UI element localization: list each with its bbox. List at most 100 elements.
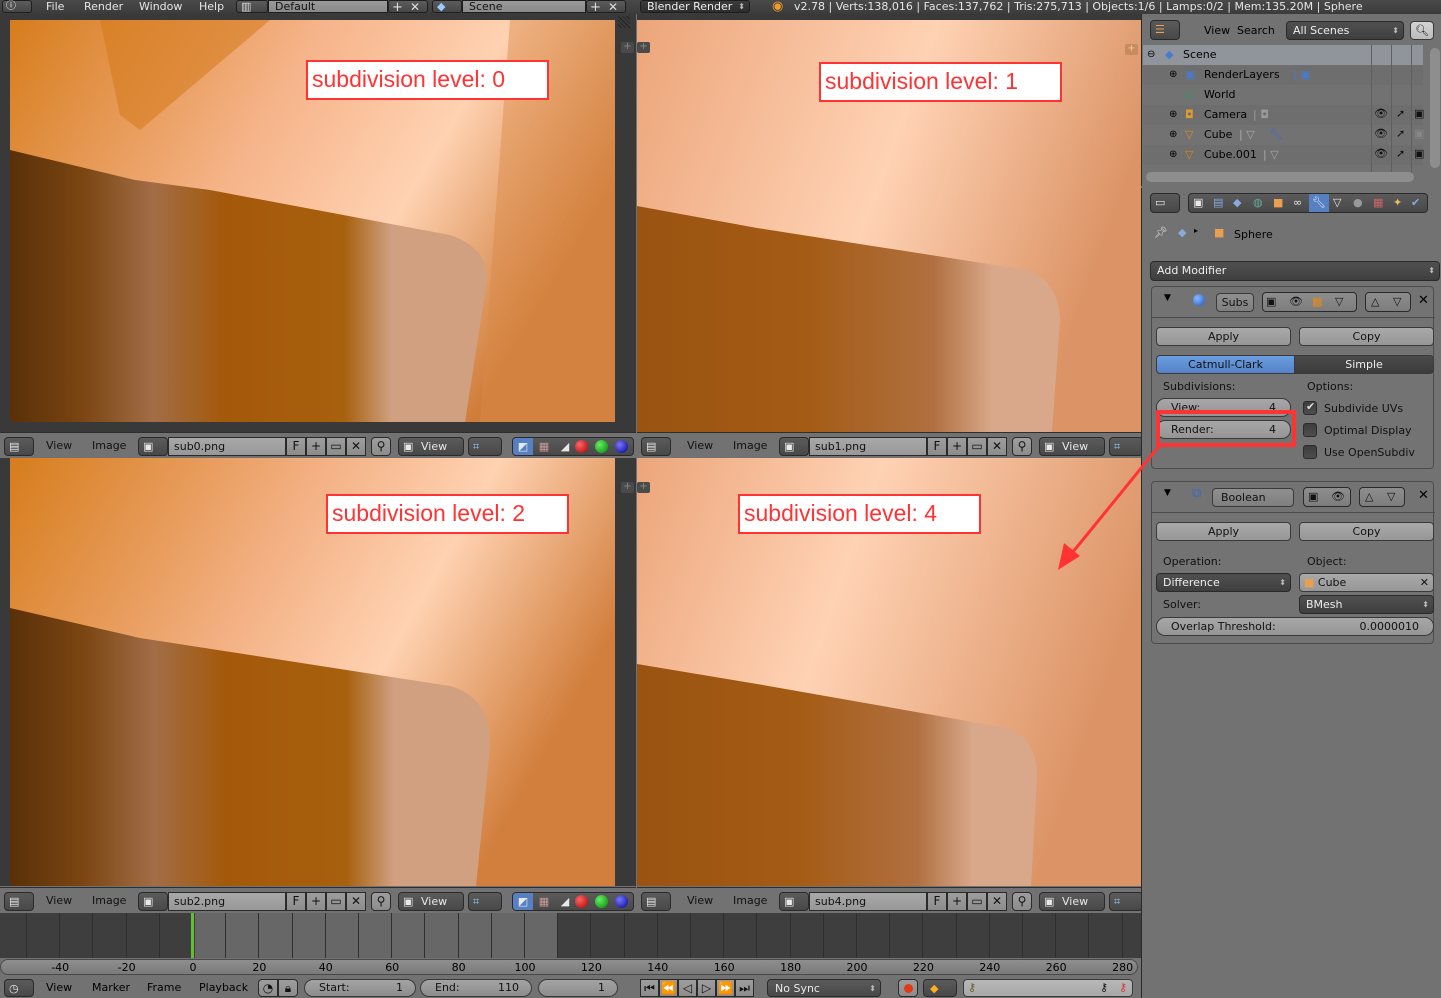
new-image-icon[interactable]: + [947,437,967,456]
overlap-threshold-field[interactable]: Overlap Threshold: 0.0000010 [1156,617,1434,636]
add-scene-icon[interactable]: + [590,0,601,15]
render-engine-dropdown[interactable]: Blender Render ⬍ [640,0,750,13]
viewport-toggle-icon[interactable]: 👁︎ [1289,293,1303,310]
collapse-icon[interactable]: ⊖ [1147,45,1155,65]
vertical-scrollbar[interactable] [1430,48,1440,168]
color-alpha-icon[interactable]: ◩ [513,438,533,455]
remove-layout-icon[interactable]: ✕ [410,0,420,14]
open-image-icon[interactable]: ▭ [326,437,346,456]
menu-playback[interactable]: Playback [199,980,248,996]
menu-marker[interactable]: Marker [92,980,130,996]
move-up-icon[interactable]: △ [1365,488,1373,505]
fake-user-button[interactable]: F [927,892,947,911]
texture-tab-icon[interactable]: ▦ [1373,194,1383,211]
optimal-display-checkbox[interactable] [1303,423,1317,437]
move-down-icon[interactable]: ▽ [1387,488,1395,505]
sync-mode-dropdown[interactable]: No Sync ⬍ [767,979,881,997]
editmode-toggle-icon[interactable]: ▩ [1312,293,1322,310]
data-tab-icon[interactable]: ▽ [1333,194,1341,211]
delete-keyframe-icon[interactable]: ⚷ [1119,980,1127,996]
scene-tab-icon[interactable]: ◆ [1233,194,1241,211]
record-icon[interactable] [898,979,918,997]
green-channel-icon[interactable] [595,440,608,453]
remove-modifier-icon[interactable]: ✕ [1418,293,1429,308]
pin-icon[interactable]: ⚲ [371,437,391,456]
use-opensubdiv-checkbox[interactable] [1303,445,1317,459]
physics-tab-icon[interactable]: ✔ [1411,194,1420,211]
menu-view[interactable]: View [46,893,72,909]
z-buffer-icon[interactable]: ◢ [555,893,575,910]
menu-image[interactable]: Image [92,438,126,454]
editor-type-button[interactable]: ▤ [4,892,34,911]
display-mode-dropdown[interactable]: All Scenes ⬍ [1286,21,1404,40]
z-buffer-icon[interactable]: ◢ [555,438,575,455]
pivot-dropdown[interactable]: ⌗ [1109,892,1143,911]
remove-modifier-icon[interactable]: ✕ [1418,488,1429,503]
red-channel-icon[interactable] [575,440,588,453]
color-alpha-icon[interactable]: ◩ [513,893,533,910]
tree-item-scene[interactable]: ⊖ ◆ Scene [1143,45,1423,65]
menu-window[interactable]: Window [139,0,182,14]
cage-toggle-icon[interactable]: ▽ [1335,293,1343,310]
renderability-camera-icon[interactable]: ▣ [1414,127,1424,140]
operation-dropdown[interactable]: Difference ⬍ [1156,573,1291,592]
tool-shelf-toggle[interactable]: + [637,42,650,53]
editor-type-button[interactable]: ▤ [4,437,34,456]
menu-render[interactable]: Render [84,0,123,14]
move-up-icon[interactable]: △ [1371,293,1379,310]
menu-view[interactable]: View [46,980,72,996]
object-field[interactable]: ■ Cube ✕ [1299,573,1434,592]
menu-search[interactable]: Search [1237,24,1275,37]
menu-image[interactable]: Image [733,893,767,909]
add-layout-icon[interactable]: + [392,0,403,15]
pivot-dropdown[interactable]: ⌗ [468,892,502,911]
editor-type-button[interactable]: ▤ [641,892,671,911]
render-layers-tab-icon[interactable]: ▤ [1213,194,1223,211]
render-toggle-icon[interactable]: ▣ [1266,293,1276,310]
modifier-name-field[interactable]: Subs [1216,293,1254,312]
jump-to-keyframe-back-icon[interactable]: ⏪ [659,979,678,997]
selectability-cursor-icon[interactable]: ➚ [1396,147,1405,160]
new-image-icon[interactable]: + [947,892,967,911]
material-tab-icon[interactable]: ● [1353,194,1363,211]
tool-shelf-toggle[interactable]: + [621,482,634,493]
menu-view[interactable]: View [46,438,72,454]
new-image-icon[interactable]: + [306,437,326,456]
add-modifier-dropdown[interactable]: Add Modifier ⬍ [1150,261,1440,281]
blue-channel-icon[interactable] [615,440,628,453]
tree-item-renderlayers[interactable]: ⊕ ▣ RenderLayers | ▣ [1143,65,1423,85]
clear-object-icon[interactable]: ✕ [1420,574,1429,591]
fake-user-button[interactable]: F [286,437,306,456]
editor-type-button[interactable]: ▤ [641,437,671,456]
image-name-field[interactable]: sub0.png [168,437,286,456]
tree-item-world[interactable]: ◍ World [1143,85,1423,105]
remove-scene-icon[interactable]: ✕ [608,0,618,14]
constraints-tab-icon[interactable]: ∞ [1293,194,1302,211]
area-split-handle[interactable] [618,16,630,28]
play-icon[interactable]: ▷ [697,979,716,997]
visibility-eye-icon[interactable]: 👁︎ [1374,147,1388,160]
alpha-checker-icon[interactable]: ▦ [534,438,554,455]
unlink-image-icon[interactable]: ✕ [346,892,366,911]
tool-shelf-toggle[interactable]: + [621,42,634,53]
selectability-cursor-icon[interactable]: ➚ [1396,107,1405,120]
fake-user-button[interactable]: F [286,892,306,911]
red-channel-icon[interactable] [575,895,588,908]
open-image-icon[interactable]: ▭ [967,892,987,911]
pin-icon[interactable]: ⚲ [1012,437,1032,456]
editor-type-button[interactable]: ▭ [1150,193,1180,213]
apply-button[interactable]: Apply [1156,327,1291,346]
insert-keyframe-icon[interactable]: ⚷ [1100,980,1108,996]
image-name-field[interactable]: sub2.png [168,892,286,911]
keying-set-dropdown[interactable]: ◆ [923,979,957,997]
menu-view[interactable]: View [687,893,713,909]
jump-to-start-icon[interactable]: ⏮ [640,979,659,997]
alpha-checker-icon[interactable]: ▦ [534,893,554,910]
browse-image-button[interactable]: ▣ [779,892,809,911]
lock-icon[interactable]: 🔒︎ [278,979,298,997]
menu-file[interactable]: File [46,0,64,14]
pin-icon[interactable]: ⚲ [1012,892,1032,911]
display-mode-dropdown[interactable]: ▣ View [398,437,464,456]
visibility-eye-icon[interactable]: 👁︎ [1374,107,1388,120]
renderability-camera-icon[interactable]: ▣ [1414,147,1424,160]
